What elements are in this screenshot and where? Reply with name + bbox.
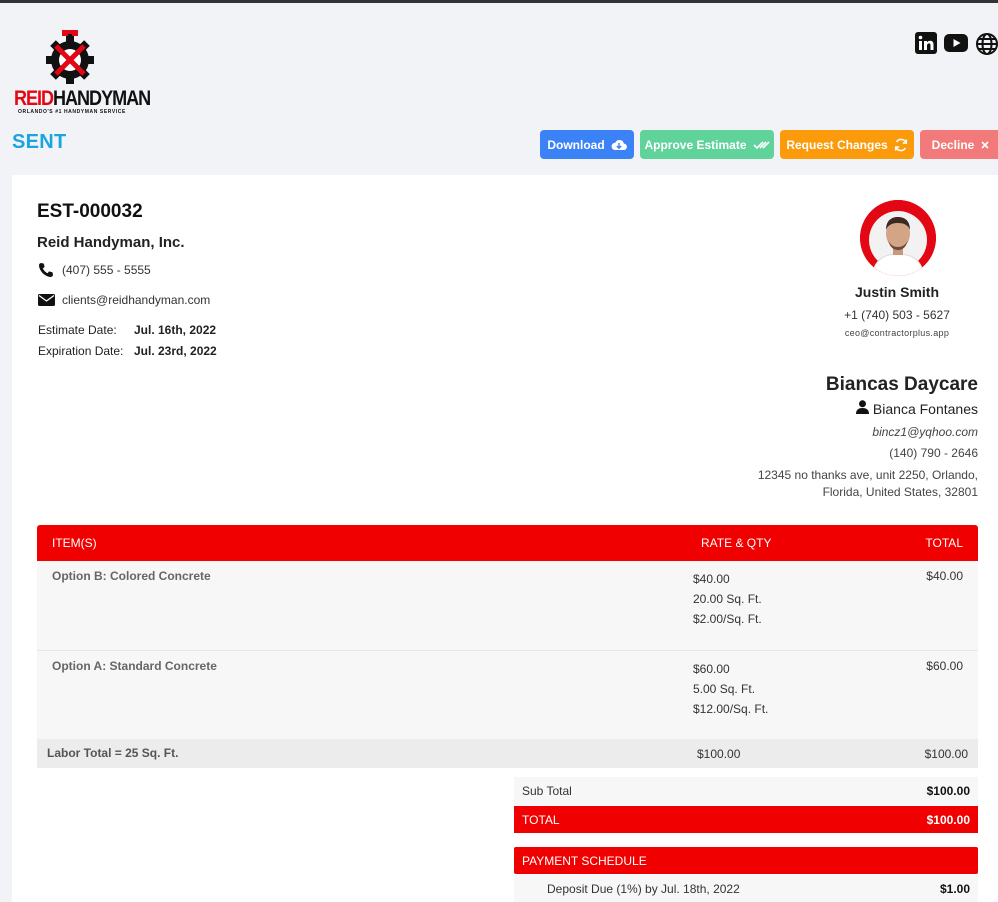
payment-schedule-title: PAYMENT SCHEDULE <box>522 854 647 868</box>
estimate-date-row: Estimate Date: Jul. 16th, 2022 <box>38 323 216 337</box>
item-qty: 5.00 Sq. Ft. <box>693 682 756 696</box>
grand-total-label: TOTAL <box>522 813 560 827</box>
item-total: $60.00 <box>926 659 963 673</box>
labor-total: $100.00 <box>924 747 968 761</box>
close-icon <box>980 140 990 150</box>
estimate-date-value: Jul. 16th, 2022 <box>134 323 217 337</box>
double-check-icon <box>752 140 770 150</box>
column-header-rate-qty: RATE & QTY <box>701 536 772 550</box>
expiration-date-label: Expiration Date: <box>38 344 124 358</box>
item-rate-qty: $40.00 20.00 Sq. Ft. $2.00/Sq. Ft. <box>693 569 762 629</box>
item-unit-price: $2.00/Sq. Ft. <box>693 612 762 626</box>
globe-icon[interactable] <box>975 32 998 56</box>
decline-button[interactable]: Decline <box>920 130 998 159</box>
download-label: Download <box>547 137 605 152</box>
client-contact-row: Bianca Fontanes <box>855 400 978 417</box>
phone-icon <box>37 262 55 278</box>
logo-wordmark: REIDHANDYMAN <box>14 87 151 110</box>
company-email-row: clients@reidhandyman.com <box>37 292 210 308</box>
refresh-icon <box>894 138 908 152</box>
labor-total-label: Labor Total = 25 Sq. Ft. <box>47 746 179 760</box>
item-qty: 20.00 Sq. Ft. <box>693 592 762 606</box>
rep-phone: +1 (740) 503 - 5627 <box>844 308 950 322</box>
linkedin-icon[interactable] <box>915 32 937 54</box>
item-name: Option B: Colored Concrete <box>52 569 211 583</box>
sub-total-label: Sub Total <box>522 784 572 798</box>
estimate-date-label: Estimate Date: <box>38 323 117 337</box>
deposit-label: Deposit Due (1%) by Jul. 18th, 2022 <box>547 882 740 896</box>
company-phone: (407) 555 - 5555 <box>62 263 151 277</box>
deposit-row: Deposit Due (1%) by Jul. 18th, 2022 $1.0… <box>514 875 978 902</box>
grand-total-value: $100.00 <box>926 813 970 827</box>
decline-label: Decline <box>931 137 975 152</box>
column-header-total: TOTAL <box>925 536 963 550</box>
top-bar <box>0 0 998 3</box>
client-address-line1: 12345 no thanks ave, unit 2250, Orlando, <box>757 468 978 482</box>
items-table-header: ITEM(S) RATE & QTY TOTAL <box>37 525 978 561</box>
item-name: Option A: Standard Concrete <box>52 659 217 673</box>
sub-total-value: $100.00 <box>926 784 970 798</box>
request-label: Request Changes <box>786 137 888 152</box>
expiration-date-value: Jul. 23rd, 2022 <box>134 344 217 358</box>
avatar <box>860 200 936 276</box>
gear-icon <box>44 30 96 86</box>
cloud-download-icon <box>611 139 627 151</box>
envelope-icon <box>37 292 55 308</box>
user-icon <box>855 400 869 417</box>
estimate-status: SENT <box>12 131 67 153</box>
client-email[interactable]: bincz1@yqhoo.com <box>872 425 978 439</box>
company-email[interactable]: clients@reidhandyman.com <box>62 293 210 307</box>
client-contact-name: Bianca Fontanes <box>872 400 978 417</box>
labor-total-row: Labor Total = 25 Sq. Ft. $100.00 $100.00 <box>37 739 978 768</box>
client-business-name: Biancas Daycare <box>825 374 978 395</box>
labor-rate: $100.00 <box>697 747 741 761</box>
item-rate: $40.00 <box>693 572 730 586</box>
item-rate: $60.00 <box>693 662 730 676</box>
youtube-icon[interactable] <box>944 32 968 54</box>
rep-email[interactable]: ceo@contractorplus.app <box>797 328 997 338</box>
sub-total-row: Sub Total $100.00 <box>514 777 978 805</box>
estimate-number: EST-000032 <box>37 201 143 222</box>
table-row: Option A: Standard Concrete $60.00 5.00 … <box>37 650 978 739</box>
item-unit-price: $12.00/Sq. Ft. <box>693 702 769 716</box>
payment-schedule-header: PAYMENT SCHEDULE <box>514 847 978 874</box>
table-row: Option B: Colored Concrete $40.00 20.00 … <box>37 561 978 650</box>
client-phone: (140) 790 - 2646 <box>889 446 978 460</box>
item-rate-qty: $60.00 5.00 Sq. Ft. $12.00/Sq. Ft. <box>693 659 768 719</box>
approve-label: Approve Estimate <box>644 137 747 152</box>
client-address-line2: Florida, United States, 32801 <box>822 485 978 499</box>
company-name: Reid Handyman, Inc. <box>37 234 185 251</box>
logo-tagline: ORLANDO'S #1 HANDYMAN SERVICE <box>18 109 126 115</box>
download-button[interactable]: Download <box>540 130 634 159</box>
deposit-value: $1.00 <box>939 882 970 896</box>
column-header-items: ITEM(S) <box>52 536 97 550</box>
expiration-date-row: Expiration Date: Jul. 23rd, 2022 <box>38 344 217 358</box>
company-phone-row: (407) 555 - 5555 <box>37 262 151 278</box>
rep-name: Justin Smith <box>854 284 939 300</box>
grand-total-row: TOTAL $100.00 <box>514 806 978 833</box>
item-total: $40.00 <box>926 569 963 583</box>
approve-estimate-button[interactable]: Approve Estimate <box>640 130 774 159</box>
company-logo: REIDHANDYMAN ORLANDO'S #1 HANDYMAN SERVI… <box>14 30 151 118</box>
request-changes-button[interactable]: Request Changes <box>780 130 914 159</box>
